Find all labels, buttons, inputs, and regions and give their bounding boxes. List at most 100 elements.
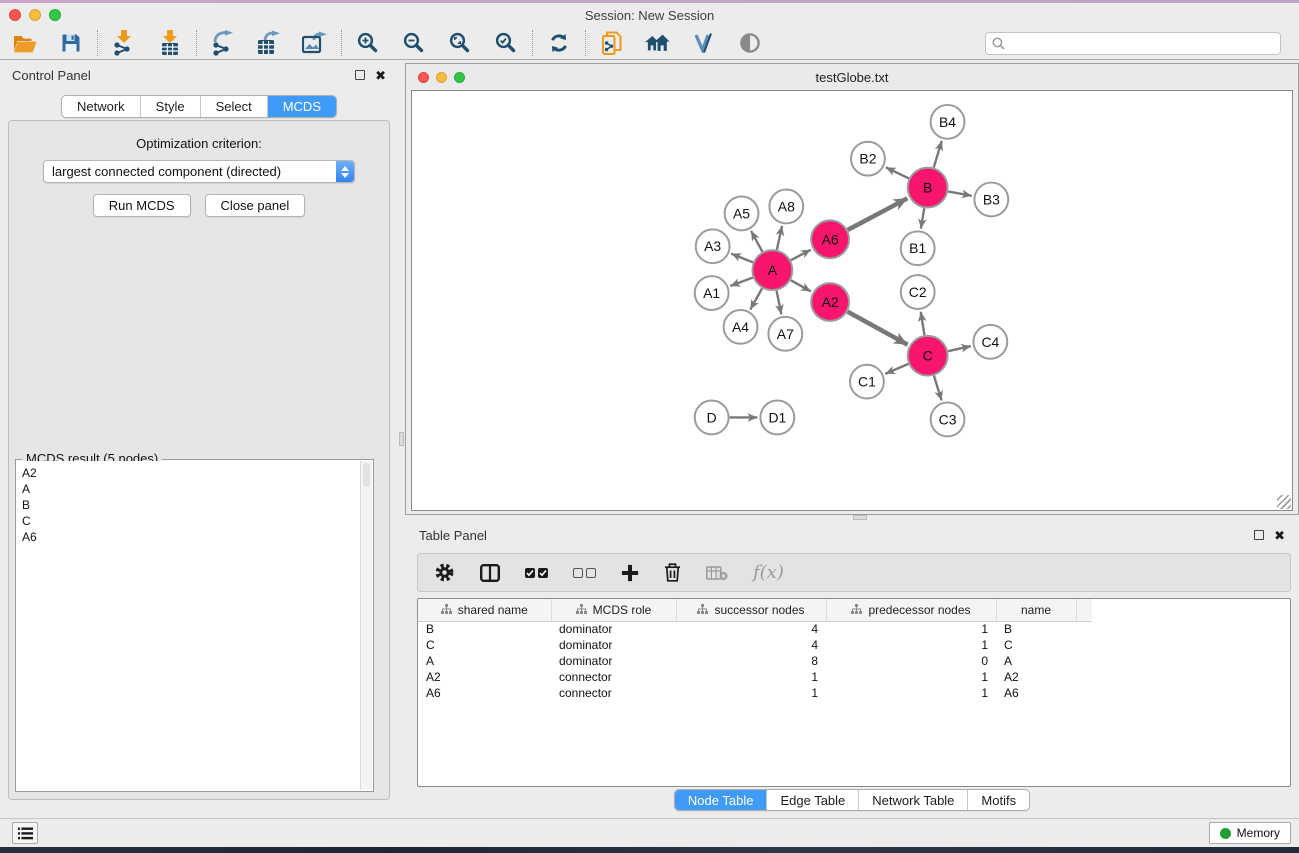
result-scrollbar[interactable] bbox=[360, 461, 372, 790]
zoom-out-icon[interactable] bbox=[401, 30, 427, 56]
mcds-result-list[interactable]: A2ABCA6 bbox=[17, 461, 360, 790]
task-history-button[interactable] bbox=[12, 822, 38, 844]
network-canvas[interactable]: B4B2BB3A8A5A6A3B1AC2A1A2A4A7C4CC1C3DD1 bbox=[411, 90, 1293, 511]
edge-B-B3[interactable] bbox=[948, 191, 972, 195]
node-B[interactable]: B bbox=[908, 168, 948, 208]
node-B1[interactable]: B1 bbox=[901, 231, 935, 265]
import-network-icon[interactable] bbox=[111, 30, 137, 56]
edge-A6-B[interactable] bbox=[848, 198, 908, 230]
select-all-columns-icon[interactable] bbox=[525, 568, 548, 578]
node-D[interactable]: D bbox=[695, 401, 729, 435]
edge-C-C3[interactable] bbox=[934, 376, 942, 401]
zoom-selected-icon[interactable] bbox=[493, 30, 519, 56]
node-B2[interactable]: B2 bbox=[851, 142, 885, 176]
table-cell[interactable]: 1 bbox=[826, 637, 996, 653]
edge-C-C2[interactable] bbox=[921, 312, 925, 335]
zoom-fit-icon[interactable] bbox=[447, 30, 473, 56]
tab-style[interactable]: Style bbox=[140, 96, 200, 117]
apply-layout-icon[interactable] bbox=[546, 30, 572, 56]
table-cell[interactable]: A2 bbox=[418, 669, 551, 685]
table-cell[interactable]: 0 bbox=[826, 653, 996, 669]
table-cell[interactable]: B bbox=[418, 621, 551, 637]
node-A6[interactable]: A6 bbox=[811, 220, 849, 258]
resize-grip[interactable] bbox=[1277, 495, 1291, 509]
table-cell[interactable]: 1 bbox=[676, 685, 826, 701]
tab-mcds[interactable]: MCDS bbox=[267, 96, 336, 117]
node-A7[interactable]: A7 bbox=[768, 317, 802, 351]
table-cell[interactable]: B bbox=[996, 621, 1076, 637]
delete-table-icon[interactable] bbox=[706, 565, 728, 581]
table-row[interactable]: A6connector11A6 bbox=[418, 685, 1092, 701]
zoom-in-icon[interactable] bbox=[355, 30, 381, 56]
close-panel-icon[interactable]: ✖ bbox=[375, 69, 386, 82]
table-cell[interactable]: dominator bbox=[551, 621, 676, 637]
function-builder-icon[interactable]: f(x) bbox=[753, 562, 784, 583]
node-B4[interactable]: B4 bbox=[931, 105, 965, 139]
column-header-successor-nodes[interactable]: successor nodes bbox=[676, 599, 826, 621]
table-cell[interactable]: A bbox=[996, 653, 1076, 669]
edge-A-A5[interactable] bbox=[751, 231, 762, 252]
import-table-icon[interactable] bbox=[157, 30, 183, 56]
node-A4[interactable]: A4 bbox=[724, 310, 758, 344]
hide-details-icon[interactable] bbox=[691, 30, 717, 56]
column-header-predecessor-nodes[interactable]: predecessor nodes bbox=[826, 599, 996, 621]
vertical-splitter[interactable] bbox=[398, 60, 405, 818]
node-A1[interactable]: A1 bbox=[695, 276, 729, 310]
node-B3[interactable]: B3 bbox=[974, 183, 1008, 217]
search-box[interactable] bbox=[985, 32, 1281, 55]
save-session-icon[interactable] bbox=[58, 30, 84, 56]
table-cell[interactable]: A6 bbox=[996, 685, 1076, 701]
table-cell[interactable]: 8 bbox=[676, 653, 826, 669]
edge-B-B2[interactable] bbox=[886, 167, 909, 178]
open-session-icon[interactable] bbox=[12, 30, 38, 56]
delete-column-icon[interactable] bbox=[664, 563, 681, 582]
run-mcds-button[interactable]: Run MCDS bbox=[93, 194, 191, 217]
edge-B-B1[interactable] bbox=[921, 208, 924, 229]
table-row[interactable]: A2connector11A2 bbox=[418, 669, 1092, 685]
table-cell[interactable]: 1 bbox=[826, 685, 996, 701]
node-A2[interactable]: A2 bbox=[811, 283, 849, 321]
table-close-panel-icon[interactable]: ✖ bbox=[1274, 529, 1285, 542]
table-cell[interactable]: connector bbox=[551, 669, 676, 685]
table-cell[interactable]: connector bbox=[551, 685, 676, 701]
copy-style-icon[interactable] bbox=[599, 30, 625, 56]
node-C4[interactable]: C4 bbox=[973, 325, 1007, 359]
node-C2[interactable]: C2 bbox=[901, 275, 935, 309]
node-C[interactable]: C bbox=[908, 336, 948, 376]
result-item[interactable]: A6 bbox=[22, 529, 360, 545]
table-row[interactable]: Cdominator41C bbox=[418, 637, 1092, 653]
table-row[interactable]: Adominator80A bbox=[418, 653, 1092, 669]
node-table[interactable]: shared nameMCDS rolesuccessor nodesprede… bbox=[417, 598, 1291, 787]
result-item[interactable]: A2 bbox=[22, 465, 360, 481]
result-item[interactable]: C bbox=[22, 513, 360, 529]
memory-button[interactable]: Memory bbox=[1209, 822, 1291, 844]
edge-A2-C[interactable] bbox=[848, 312, 908, 345]
table-cell[interactable]: dominator bbox=[551, 637, 676, 653]
edge-B-B4[interactable] bbox=[934, 141, 942, 168]
edge-A-A3[interactable] bbox=[731, 254, 753, 263]
column-header-shared-name[interactable]: shared name bbox=[418, 599, 551, 621]
toggle-bird-view-icon[interactable] bbox=[737, 30, 763, 56]
tab-motifs[interactable]: Motifs bbox=[967, 790, 1029, 810]
table-cell[interactable]: C bbox=[418, 637, 551, 653]
tab-network-table[interactable]: Network Table bbox=[858, 790, 967, 810]
edge-C-C1[interactable] bbox=[885, 364, 908, 374]
table-cell[interactable]: 1 bbox=[826, 669, 996, 685]
node-D1[interactable]: D1 bbox=[760, 401, 794, 435]
export-image-icon[interactable] bbox=[302, 30, 328, 56]
table-float-panel-icon[interactable] bbox=[1254, 530, 1264, 540]
column-header-MCDS-role[interactable]: MCDS role bbox=[551, 599, 676, 621]
table-cell[interactable]: 1 bbox=[676, 669, 826, 685]
edge-A-A8[interactable] bbox=[777, 226, 782, 250]
tab-select[interactable]: Select bbox=[200, 96, 267, 117]
node-C1[interactable]: C1 bbox=[850, 365, 884, 399]
optimization-criterion-dropdown[interactable]: largest connected component (directed) bbox=[43, 160, 355, 183]
first-neighbors-icon[interactable] bbox=[645, 30, 671, 56]
table-cell[interactable]: A6 bbox=[418, 685, 551, 701]
edge-A-A2[interactable] bbox=[791, 280, 811, 291]
node-A[interactable]: A bbox=[752, 250, 792, 290]
tab-network[interactable]: Network bbox=[62, 96, 140, 117]
export-network-icon[interactable] bbox=[210, 30, 236, 56]
table-cell[interactable]: C bbox=[996, 637, 1076, 653]
column-header-name[interactable]: name bbox=[996, 599, 1076, 621]
